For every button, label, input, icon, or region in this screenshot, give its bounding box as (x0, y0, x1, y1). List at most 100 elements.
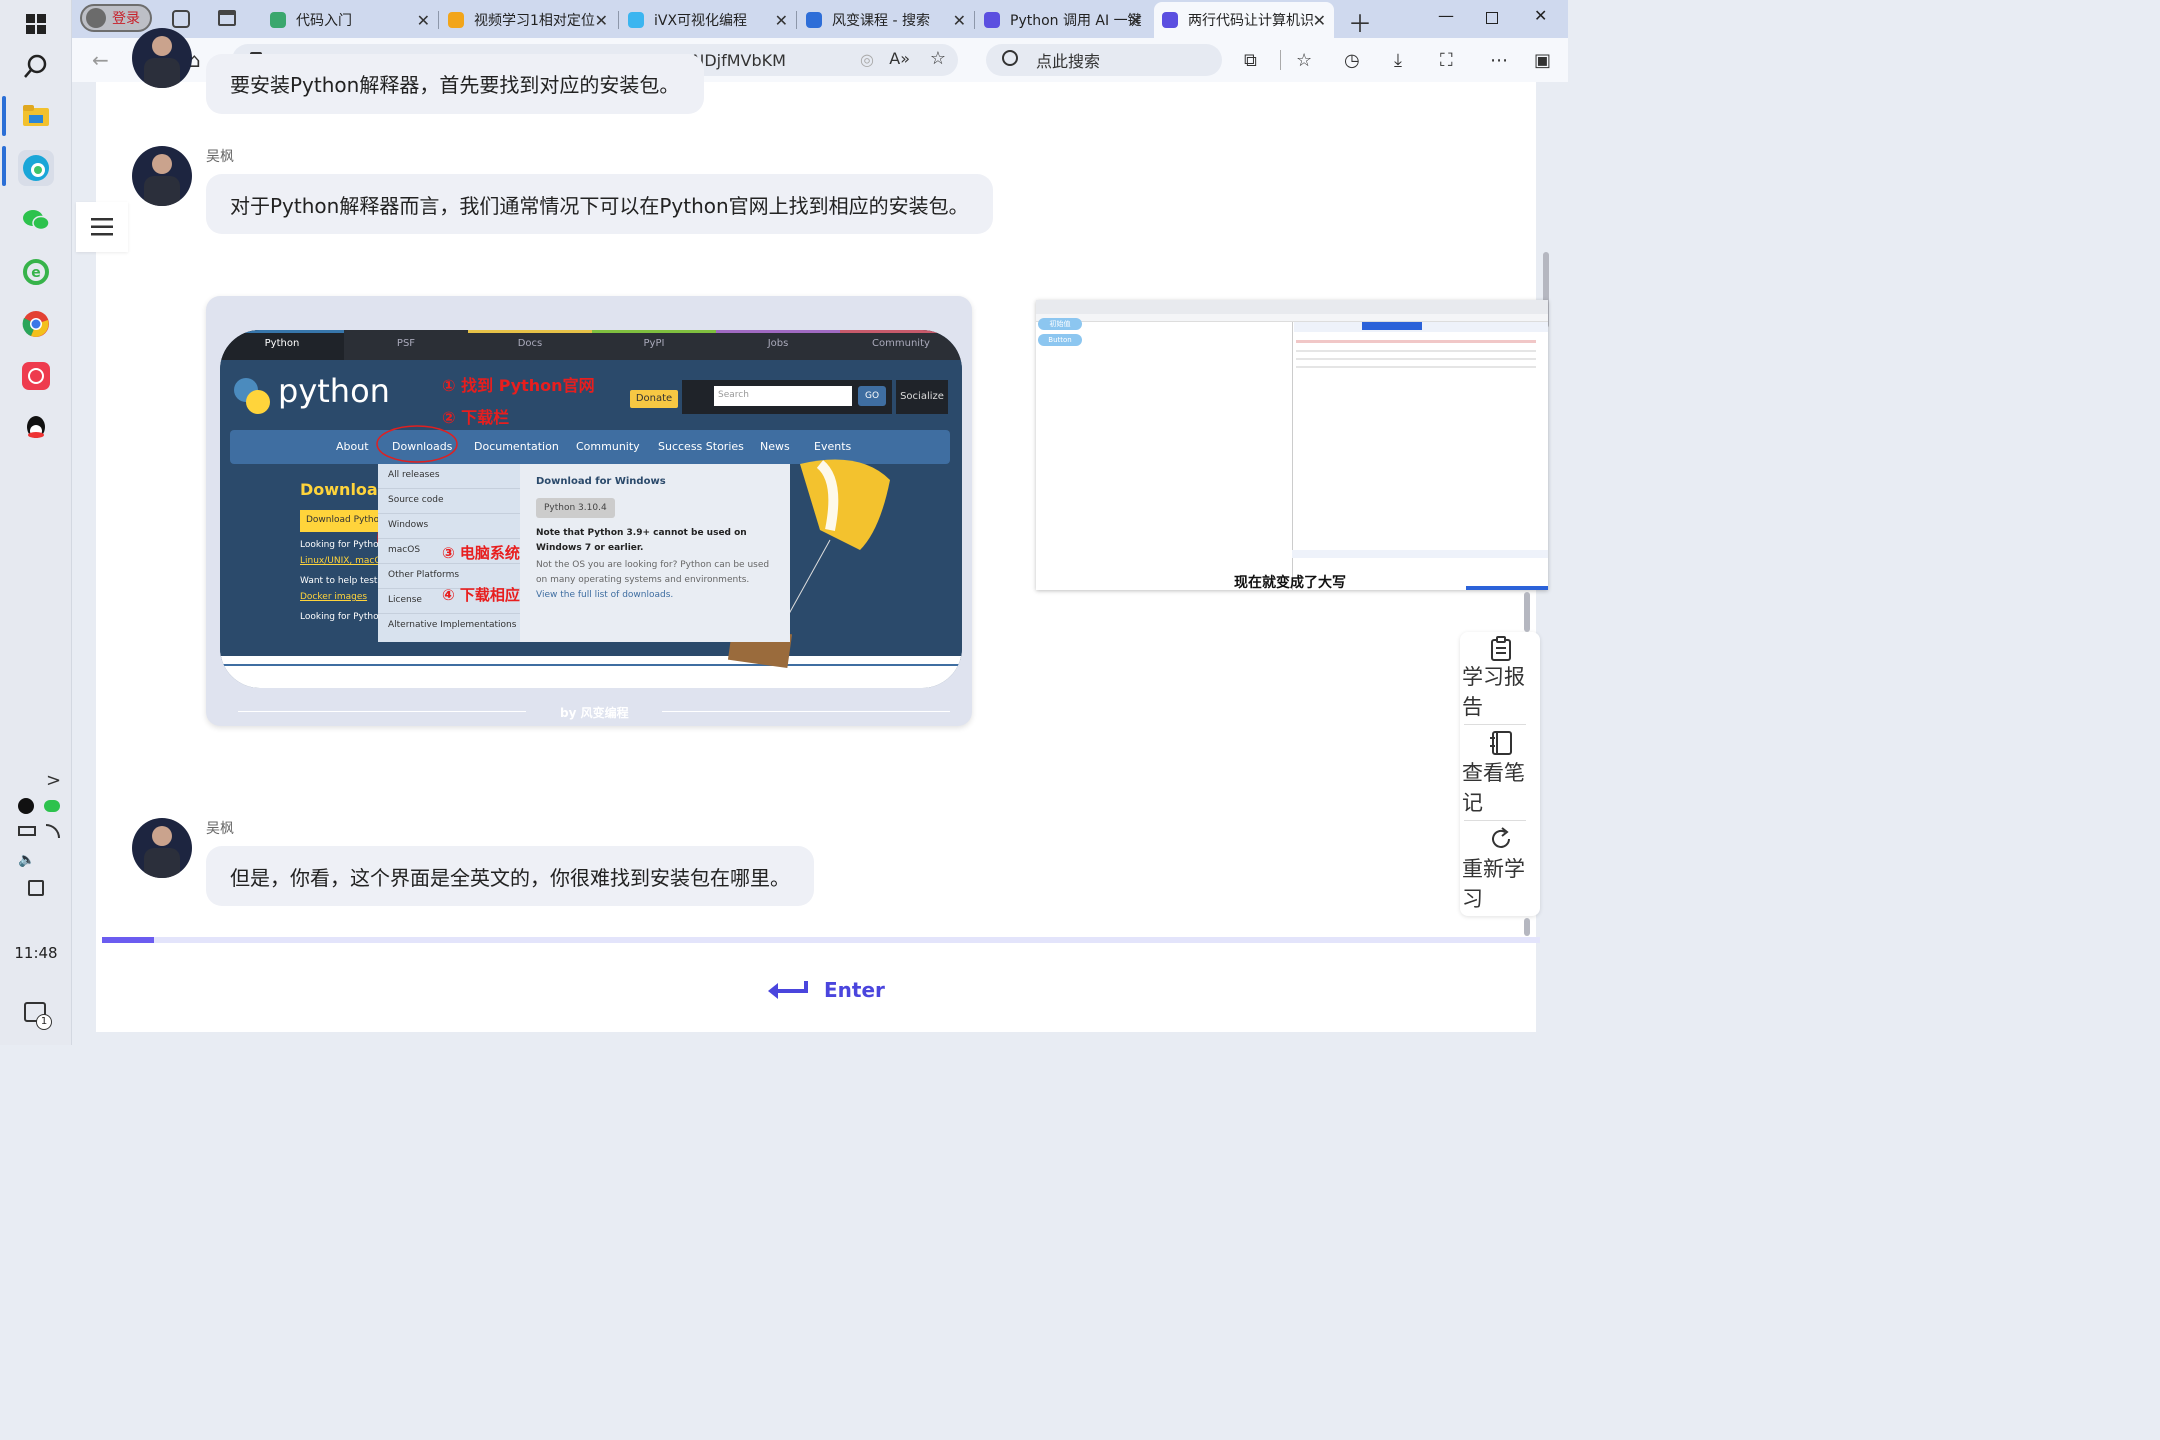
edge-page-icon[interactable]: ◎ (860, 50, 874, 69)
system-clock[interactable]: 11:48 (0, 944, 72, 962)
panel-link: View the full list of downloads. (536, 590, 674, 600)
wifi-icon[interactable] (46, 824, 60, 838)
tab-close-icon[interactable]: ✕ (417, 11, 430, 30)
windows-start-icon[interactable] (18, 6, 54, 42)
enter-label: Enter (824, 978, 885, 1002)
scrollbar-thumb-3[interactable] (1524, 918, 1530, 936)
tray-wechat-icon[interactable] (44, 800, 60, 812)
panel-text: Not the OS you are looking for? Python c… (536, 560, 770, 585)
search-icon[interactable] (18, 48, 54, 84)
close-window-button[interactable]: ✕ (1534, 6, 1547, 25)
tab-favicon-icon (270, 12, 286, 28)
volume-icon[interactable]: 🔈 (18, 852, 35, 868)
site-link: Docker images (300, 592, 368, 602)
edge-icon[interactable] (18, 150, 54, 186)
panel-version-button: Python 3.10.4 (536, 498, 615, 518)
tab-5-active[interactable]: 两行代码让计算机识 ✕ (1154, 2, 1334, 38)
panel-title: Download for Windows (536, 476, 666, 487)
tab-close-icon[interactable]: ✕ (595, 11, 608, 30)
refresh-icon (1492, 827, 1510, 848)
dropdown-item: Alternative Implementations (388, 620, 517, 630)
back-button[interactable]: ← (92, 48, 109, 72)
restore-button[interactable] (1486, 12, 1498, 24)
tab-actions-icon[interactable] (218, 10, 236, 26)
study-report-label: 学习报告 (1462, 665, 1525, 719)
tab-3[interactable]: 风变课程 - 搜索 ✕ (798, 4, 974, 36)
menu-button[interactable] (76, 202, 128, 252)
input-method-icon[interactable] (28, 880, 44, 896)
dropdown-item: All releases (378, 464, 520, 489)
lesson-progress-bar (102, 937, 1540, 943)
extensions-icon[interactable]: ⧉ (1244, 50, 1257, 71)
panel-note: Note that Python 3.9+ cannot be used on … (536, 528, 747, 553)
site-link: Linux/UNIX, macOS (300, 556, 378, 566)
sidebar-toggle-icon[interactable]: ▣ (1534, 50, 1551, 71)
tray-chevron-icon[interactable]: > (46, 770, 61, 791)
qq-icon[interactable] (18, 410, 54, 446)
enter-arrow-icon (768, 981, 808, 999)
active-indicator (2, 146, 6, 186)
annotation-3: ③ 电脑系统 (442, 544, 520, 562)
tab-close-icon[interactable]: ✕ (1129, 11, 1142, 30)
floating-video-thumbnail[interactable]: 初始值 Button 现在就变成了大写 (1036, 300, 1548, 591)
site-donate-button: Donate (630, 390, 678, 408)
sender-name: 吴枫 (206, 821, 234, 837)
site-nav-jobs: Jobs (767, 338, 789, 349)
login-button[interactable]: 登录 (80, 4, 152, 32)
enter-button[interactable]: Enter (766, 978, 885, 1002)
annotation-2: ② 下载栏 (442, 408, 510, 427)
read-aloud-icon[interactable]: A» (889, 49, 910, 68)
site-menu-news: News (760, 440, 790, 453)
video-subtitle: 现在就变成了大写 (1234, 575, 1346, 591)
app-red-icon[interactable] (18, 358, 54, 394)
favorite-star-icon[interactable]: ☆ (930, 48, 946, 69)
site-nav-pypi: PyPI (643, 338, 665, 349)
lesson-image-card[interactable]: Python PSF Docs PyPI Jobs Community pyth… (206, 296, 972, 726)
chrome-icon[interactable] (18, 306, 54, 342)
wechat-icon[interactable] (18, 202, 54, 238)
tab-favicon-icon (628, 12, 644, 28)
study-side-panel: 学习报告 查看笔记 重新学习 (1460, 632, 1540, 916)
message-text: 对于Python解释器而言，我们通常情况下可以在Python官网上找到相应的安装… (230, 193, 969, 218)
workspaces-icon[interactable] (172, 10, 190, 28)
new-tab-button[interactable]: ＋ (1348, 4, 1372, 39)
site-menu-success-stories: Success Stories (658, 440, 744, 453)
more-menu-icon[interactable]: ⋯ (1490, 50, 1508, 71)
site-download-panel: Download for Windows Python 3.10.4 Note … (520, 464, 790, 642)
screenshot-icon[interactable]: ⛶ (1440, 50, 1453, 71)
tab-title: 风变课程 - 搜索 (832, 13, 930, 29)
tab-4[interactable]: Python 调用 AI 一键 ✕ (976, 4, 1150, 36)
page-viewport: 要安装Python解释器，首先要找到对应的安装包。 吴枫 对于Python解释器… (76, 28, 1564, 1045)
ie-icon[interactable]: e (18, 254, 54, 290)
login-label: 登录 (112, 11, 140, 27)
file-explorer-icon[interactable] (18, 98, 54, 134)
avatar (132, 818, 192, 878)
message-bubble: 但是，你看，这个界面是全英文的，你很难找到安装包在哪里。 (206, 846, 814, 906)
history-icon[interactable]: ◷ (1344, 50, 1360, 71)
search-field[interactable]: 点此搜索 (986, 44, 1222, 76)
site-text: Want to help test d (300, 576, 378, 586)
site-menu-documentation: Documentation (474, 440, 559, 453)
tab-0[interactable]: 代码入门 ✕ (262, 4, 438, 36)
thumb-button-initial: 初始值 (1038, 318, 1082, 330)
favorites-icon[interactable]: ☆ (1296, 50, 1312, 71)
site-nav-python: Python (264, 338, 300, 349)
tab-2[interactable]: iVX可视化编程 ✕ (620, 4, 796, 36)
site-menu-downloads: Downloads (392, 440, 453, 453)
windows-taskbar: e > 🔈 11:48 1 (0, 0, 72, 1045)
profile-avatar-icon (86, 8, 106, 28)
tab-close-icon[interactable]: ✕ (775, 11, 788, 30)
annotation-1: ① 找到 Python官网 (442, 376, 595, 395)
minimize-button[interactable]: — (1438, 6, 1454, 25)
hamburger-icon (91, 218, 113, 236)
tab-close-icon[interactable]: ✕ (1313, 11, 1326, 30)
downloads-icon[interactable]: ⤓ (1394, 50, 1402, 71)
site-go-button: GO (858, 386, 886, 406)
tab-1[interactable]: 视频学习1相对定位 ✕ (440, 4, 616, 36)
scrollbar-thumb-2[interactable] (1524, 592, 1530, 632)
message-text: 但是，你看，这个界面是全英文的，你很难找到安装包在哪里。 (230, 865, 790, 890)
battery-icon[interactable] (18, 826, 36, 836)
tab-close-icon[interactable]: ✕ (953, 11, 966, 30)
tab-favicon-icon (448, 12, 464, 28)
tray-qq-icon[interactable] (18, 798, 34, 814)
